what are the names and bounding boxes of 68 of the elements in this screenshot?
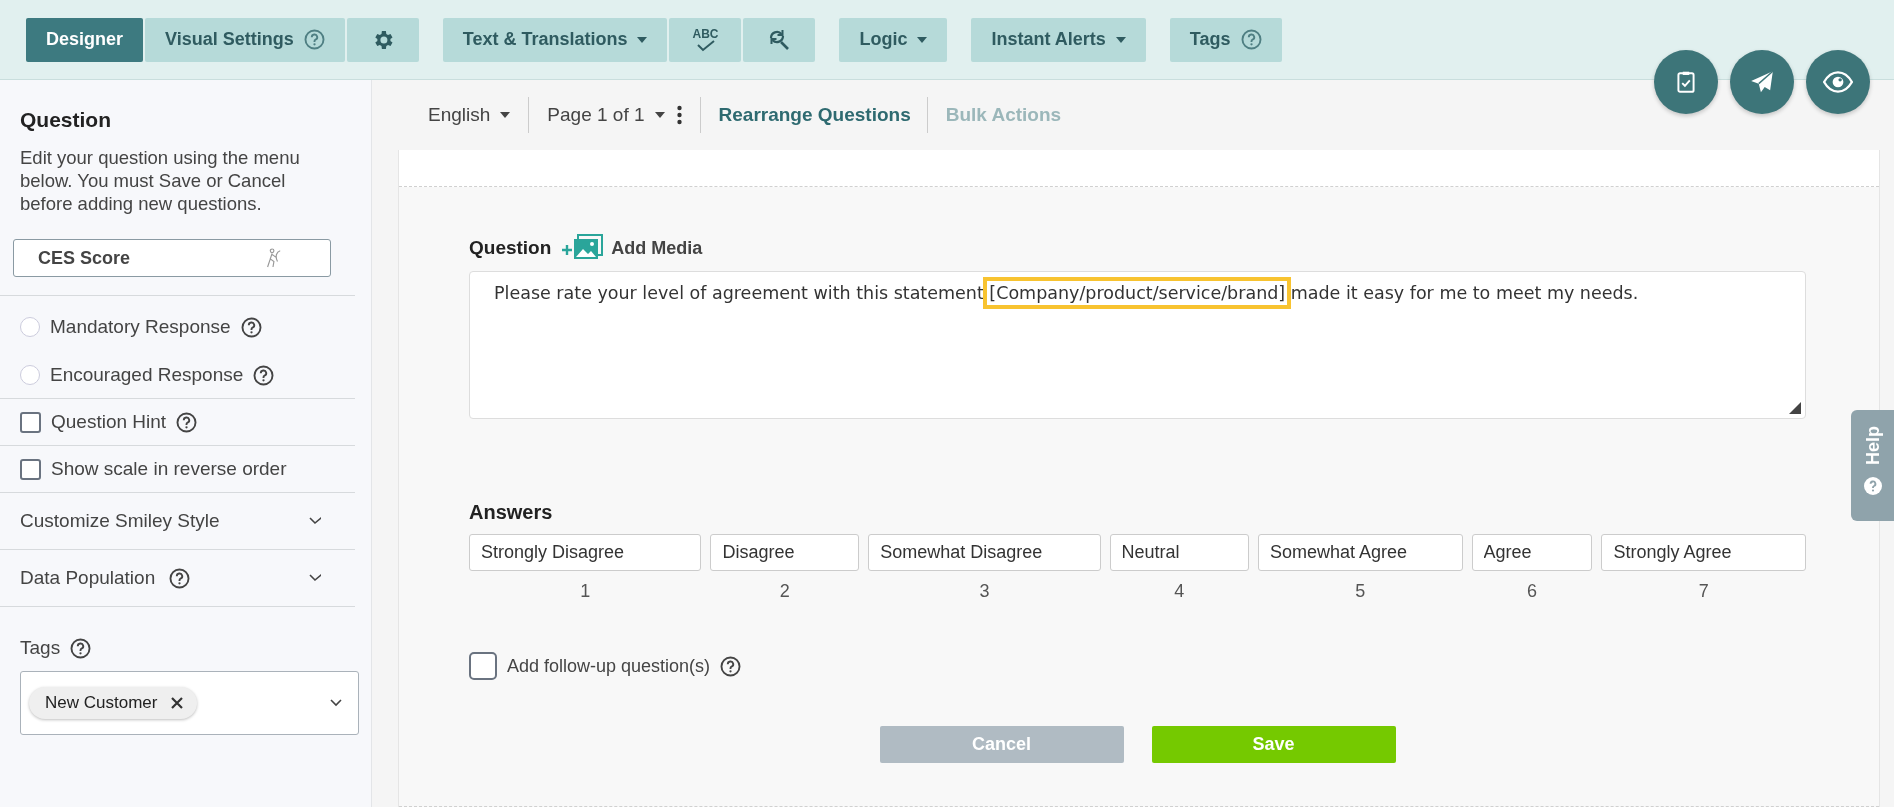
panel-title: Question	[20, 107, 112, 132]
help-icon[interactable]	[176, 411, 198, 433]
help-icon	[1862, 476, 1883, 496]
help-icon[interactable]	[720, 655, 742, 677]
panel-description: Edit your question using the menu below. You must Save or Cancel before adding new questions.	[20, 146, 301, 215]
toolbar-tab[interactable]: Instant Alerts	[971, 17, 1146, 62]
tags-label: Tags	[20, 637, 61, 659]
help-icon[interactable]	[169, 567, 191, 589]
page-dropdown[interactable]: Page 1 of 1	[547, 104, 677, 126]
toolbar-tab[interactable]: Logic	[839, 17, 948, 62]
resize-handle-icon[interactable]	[1789, 402, 1801, 414]
add-media-link[interactable]: Add Media	[611, 237, 703, 259]
scale-number: 6	[1527, 581, 1537, 602]
checkbox-label: Add follow-up question(s)	[507, 655, 711, 677]
radio-label: Mandatory Response	[50, 316, 231, 338]
checkbox-label: Show scale in reverse order	[51, 458, 287, 480]
checkbox[interactable]	[469, 652, 497, 680]
radio-label: Encouraged Response	[50, 364, 244, 386]
chevron-down-icon	[330, 699, 342, 707]
caret-icon	[500, 112, 511, 118]
scale-number: 5	[1355, 581, 1366, 602]
chevron-down-icon	[309, 574, 321, 582]
answers-label: Answers	[469, 501, 554, 524]
scale-number: 1	[580, 581, 591, 602]
answer-field[interactable]: Strongly Disagree	[469, 534, 702, 571]
question-label: Question	[469, 237, 552, 259]
settings-button[interactable]	[346, 17, 419, 62]
scale-number: 2	[779, 581, 790, 602]
collapsible-section[interactable]: Customize Smiley Style	[0, 493, 371, 549]
caret-icon	[654, 112, 665, 118]
collapsible-section[interactable]: Data Population	[0, 550, 371, 606]
tags-field[interactable]: New Customer	[20, 671, 359, 735]
checkbox-label: Question Hint	[51, 411, 167, 433]
radio-button[interactable]	[20, 365, 40, 385]
eye-icon	[1823, 71, 1853, 93]
answer-field[interactable]: Strongly Agree	[1601, 534, 1806, 571]
close-icon[interactable]	[171, 697, 184, 709]
checkbox[interactable]	[20, 411, 41, 433]
answer-field[interactable]: Somewhat Agree	[1258, 534, 1463, 571]
answer-field[interactable]: Disagree	[710, 534, 860, 571]
checkmark-icon	[694, 39, 717, 52]
more-icon[interactable]	[676, 105, 682, 125]
find-replace-button[interactable]	[743, 17, 816, 62]
question-type-field[interactable]: CES Score	[13, 239, 331, 277]
spellcheck-button[interactable]: ABC	[669, 17, 742, 62]
section-label: Data Population	[20, 567, 156, 589]
toolbar-tab[interactable]: Visual Settings	[145, 17, 345, 62]
checkbox[interactable]	[20, 458, 41, 480]
tag-chip: New Customer	[29, 687, 198, 719]
toolbar-tab[interactable]: Designer	[26, 17, 144, 62]
radio-button[interactable]	[20, 317, 40, 337]
chevron-down-icon	[309, 517, 321, 525]
help-icon[interactable]	[70, 637, 92, 659]
toolbar-tab[interactable]: Tags	[1169, 17, 1282, 62]
help-icon[interactable]	[253, 364, 275, 386]
section-label: Customize Smiley Style	[20, 510, 220, 532]
scale-number: 7	[1698, 581, 1709, 602]
toolbar-link[interactable]: Rearrange Questions	[718, 104, 927, 126]
help-icon[interactable]	[240, 316, 262, 338]
question-text-field[interactable]: Please rate your level of agreement with this statement [Company/product/service/brand] made it easy for me to meet my needs.	[469, 271, 1806, 419]
answer-field[interactable]: Neutral	[1109, 534, 1250, 571]
toolbar-tab[interactable]: Text & Translations	[442, 17, 668, 62]
figure-icon	[264, 248, 282, 268]
scale-number: 3	[979, 581, 990, 602]
answer-field[interactable]: Somewhat Disagree	[868, 534, 1101, 571]
answer-field[interactable]: Agree	[1471, 534, 1593, 571]
language-dropdown[interactable]: English	[428, 104, 529, 126]
scale-number: 4	[1174, 581, 1185, 602]
